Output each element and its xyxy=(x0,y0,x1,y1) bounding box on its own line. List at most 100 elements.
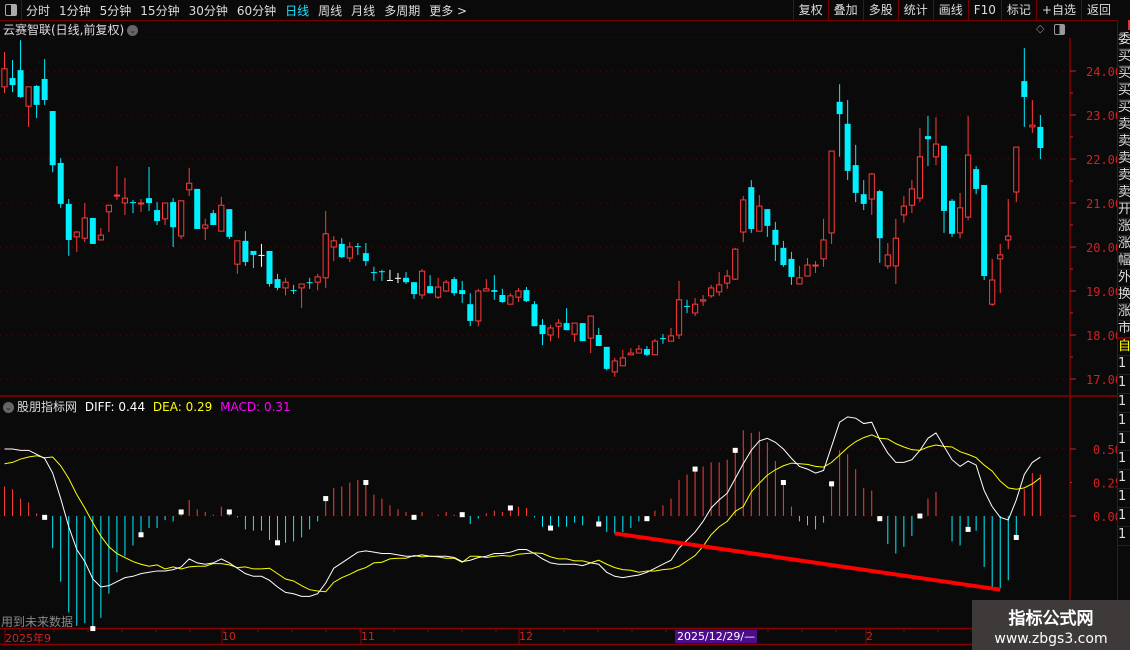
strip-label: 开 xyxy=(1118,202,1130,219)
strip-row: 1 xyxy=(1118,527,1130,546)
strip-label: 买 xyxy=(1118,49,1130,66)
candle-body xyxy=(965,154,972,218)
candle-body xyxy=(539,324,546,335)
chevron-down-icon[interactable]: ⌄ xyxy=(3,402,14,413)
right-info-strip: 委买买买买卖卖卖卖卖开涨涨幅外换涨市 自 1111111111 xyxy=(1117,20,1130,645)
date-label: 12 xyxy=(519,630,533,643)
strip-sub-label: 自 xyxy=(1118,338,1130,356)
strip-label: 幅 xyxy=(1118,253,1130,270)
candle-body xyxy=(571,322,578,335)
candle-body xyxy=(282,281,289,289)
diff-value: DIFF: 0.44 xyxy=(84,400,146,414)
candle-body xyxy=(25,86,32,107)
macd-axis-label: 0.00 xyxy=(1093,510,1117,524)
candle-body xyxy=(932,143,940,158)
strip-label: 外 xyxy=(1118,270,1130,287)
candle-body xyxy=(812,264,819,267)
signal-marker xyxy=(644,516,650,522)
candle-body xyxy=(555,322,562,327)
candle-body xyxy=(418,270,426,296)
candle-body xyxy=(1013,146,1020,193)
strip-row: 1 xyxy=(1118,508,1130,527)
indicator-name: 股朋指标网 xyxy=(17,400,78,414)
candle-body xyxy=(764,209,771,226)
candle-body xyxy=(941,145,948,211)
signal-marker xyxy=(732,447,738,453)
candle-body xyxy=(202,224,209,229)
candle-body xyxy=(194,188,201,229)
signal-marker xyxy=(917,513,923,519)
candle-body xyxy=(836,101,843,115)
candle-body xyxy=(756,205,763,232)
strip-label: 委 xyxy=(1118,32,1130,49)
candle-body xyxy=(716,284,723,293)
candle-body xyxy=(1021,81,1028,97)
signal-marker xyxy=(1013,534,1019,540)
candle-body xyxy=(41,78,48,101)
candle-body xyxy=(218,204,225,232)
candle-body xyxy=(435,286,442,298)
candle-body xyxy=(804,264,811,277)
candle-body xyxy=(997,254,1004,260)
candle-body xyxy=(772,229,779,245)
strip-label: 换 xyxy=(1118,287,1130,304)
signal-marker xyxy=(692,466,698,472)
candle-body xyxy=(475,290,482,322)
candle-body xyxy=(619,357,626,367)
dea-value: DEA: 0.29 xyxy=(152,400,213,414)
strip-row: 1 xyxy=(1118,470,1130,489)
candle-body xyxy=(780,247,787,266)
candle-body xyxy=(860,194,867,204)
cursor-date-label: 2025/12/29/— xyxy=(675,630,758,643)
watermark-name: 指标公式网 xyxy=(1008,609,1094,629)
candle-body xyxy=(973,169,980,189)
candle-body xyxy=(820,239,827,260)
macd-value: MACD: 0.31 xyxy=(220,400,291,414)
diff-line xyxy=(4,416,1041,597)
candle-body xyxy=(1005,235,1012,241)
signal-marker xyxy=(877,516,883,522)
signal-marker xyxy=(411,514,417,520)
signal-marker xyxy=(138,532,144,538)
candle-body xyxy=(146,198,153,203)
strip-label: 买 xyxy=(1118,83,1130,100)
signal-marker xyxy=(965,526,971,532)
price-axis-label: 18.00 xyxy=(1086,329,1117,343)
strip-label: 买 xyxy=(1118,66,1130,83)
candle-body xyxy=(1029,124,1036,128)
chart-canvas[interactable]: 17.0018.0019.0020.0021.0022.0023.0024.00… xyxy=(0,0,1117,650)
candle-body xyxy=(266,250,273,284)
watermark: 指标公式网 www.zbgs3.com xyxy=(972,600,1130,650)
candle-body xyxy=(691,303,699,314)
candle-body xyxy=(1037,126,1044,148)
watermark-url: www.zbgs3.com xyxy=(994,631,1108,647)
price-axis-label: 21.00 xyxy=(1086,197,1117,211)
candle-body xyxy=(362,253,369,262)
candle-body xyxy=(796,277,803,285)
candle-body xyxy=(162,202,169,220)
candle-body xyxy=(491,290,498,292)
candle-body xyxy=(579,323,586,342)
candle-body xyxy=(113,194,121,197)
candle-body xyxy=(483,288,490,292)
candle-body xyxy=(370,272,377,274)
strip-label: 涨 xyxy=(1118,219,1130,236)
candle-body xyxy=(884,254,891,267)
candle-body xyxy=(338,243,345,258)
strip-row: 1 xyxy=(1118,356,1130,375)
candle-body xyxy=(250,250,257,255)
candle-body xyxy=(314,276,321,283)
price-axis-label: 20.00 xyxy=(1086,241,1117,255)
candle-body xyxy=(748,187,755,229)
candle-body xyxy=(732,248,739,280)
signal-marker xyxy=(363,480,369,485)
price-axis-label: 23.00 xyxy=(1086,109,1117,123)
candle-body xyxy=(49,111,56,166)
candle-body xyxy=(137,202,145,205)
candle-body xyxy=(186,182,193,191)
strip-row: 1 xyxy=(1118,394,1130,413)
strip-label: 卖 xyxy=(1118,168,1130,185)
date-axis: 2025年9 10 11 12 2025/12/29/— 2 xyxy=(0,629,1117,645)
candle-body xyxy=(956,207,964,234)
candle-body xyxy=(635,348,642,354)
